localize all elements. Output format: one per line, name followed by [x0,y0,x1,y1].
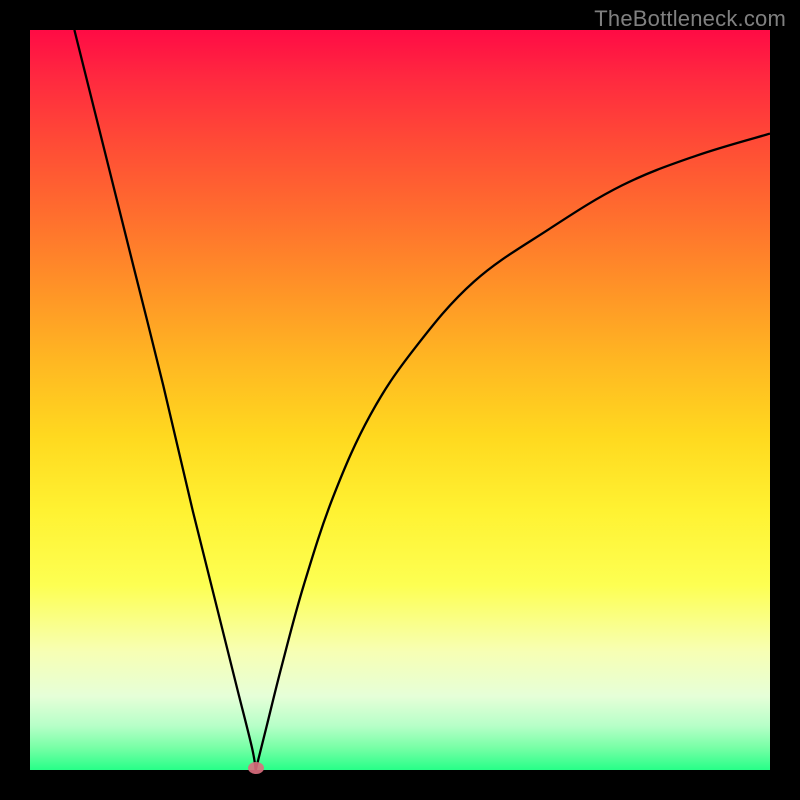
curve-svg [30,30,770,770]
curve-right-branch [256,134,770,770]
watermark-label: TheBottleneck.com [594,6,786,32]
chart-frame: TheBottleneck.com [0,0,800,800]
curve-left-branch [74,30,255,770]
minimum-marker [248,762,264,774]
plot-area [30,30,770,770]
